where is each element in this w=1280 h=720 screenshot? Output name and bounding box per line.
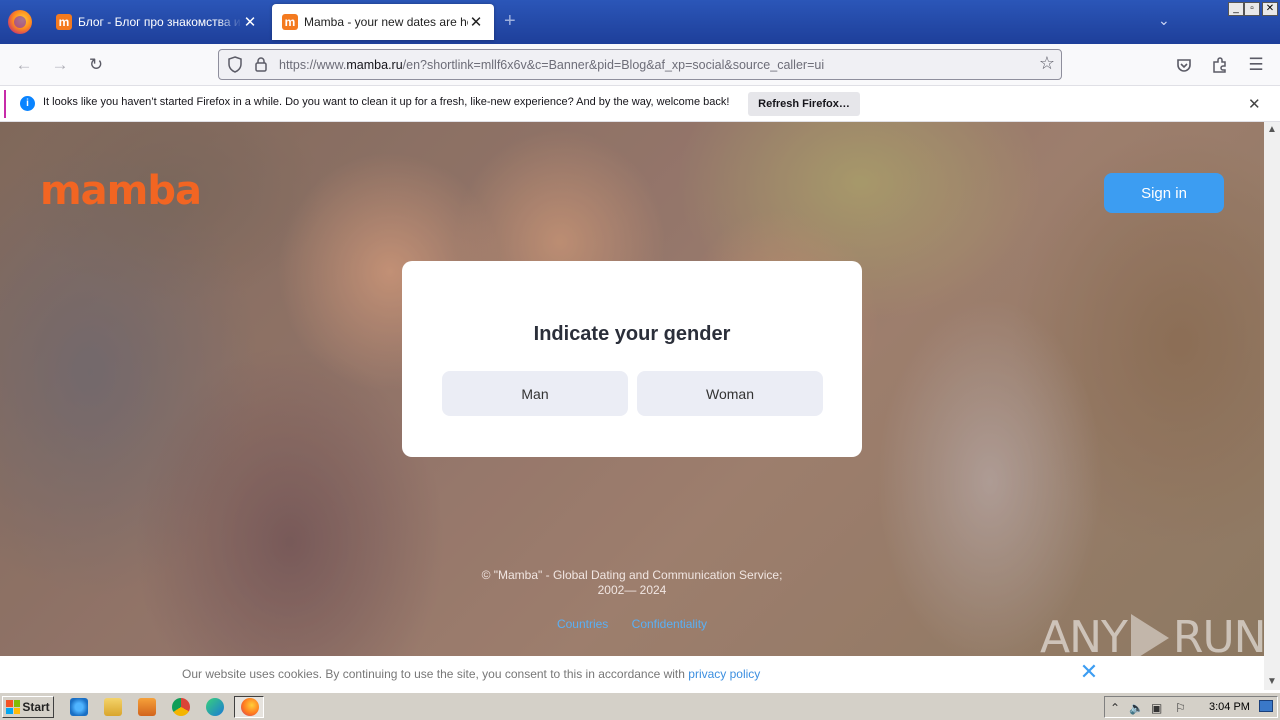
firefox-icon xyxy=(241,698,259,716)
mamba-favicon-icon: m xyxy=(282,14,298,30)
extensions-puzzle-icon[interactable] xyxy=(1209,54,1231,76)
show-hidden-icons-icon[interactable]: ⌃ xyxy=(1110,701,1120,715)
close-cookie-icon[interactable]: ✕ xyxy=(1078,661,1100,683)
tab-close-icon[interactable]: ✕ xyxy=(468,13,484,31)
start-button[interactable]: Start xyxy=(2,696,54,718)
file-explorer-icon[interactable] xyxy=(104,698,122,716)
sign-in-button[interactable]: Sign in xyxy=(1104,173,1224,213)
navigation-toolbar: ← → ↻ https://www.mamba.ru/en?shortlink=… xyxy=(0,44,1280,86)
start-label: Start xyxy=(22,700,50,714)
cookie-banner: Our website uses cookies. By continuing … xyxy=(0,656,1264,690)
tab-mamba[interactable]: m Mamba - your new dates are here ✕ xyxy=(272,4,494,40)
refresh-firefox-button[interactable]: Refresh Firefox… xyxy=(748,92,860,116)
countries-link[interactable]: Countries xyxy=(557,617,608,631)
tab-blog[interactable]: m Блог - Блог про знакомства и отношения… xyxy=(46,4,268,40)
action-center-flag-icon[interactable]: ⚐ xyxy=(1175,701,1186,715)
bookmark-star-icon[interactable]: ☆ xyxy=(1039,53,1055,74)
dialog-title: Indicate your gender xyxy=(533,323,731,345)
cookie-text: Our website uses cookies. By continuing … xyxy=(182,667,760,681)
tab-label: Mamba - your new dates are here xyxy=(304,15,468,29)
back-arrow-icon[interactable]: ← xyxy=(13,54,35,76)
copyright-line: © "Mamba" - Global Dating and Communicat… xyxy=(481,568,783,582)
vertical-scrollbar[interactable]: ▲ ▼ xyxy=(1264,122,1280,690)
edge-icon[interactable] xyxy=(206,698,224,716)
lock-icon[interactable] xyxy=(254,56,268,73)
tab-close-icon[interactable]: ✕ xyxy=(242,13,258,31)
gender-dialog: Indicate your gender Man Woman xyxy=(402,261,862,457)
new-tab-icon[interactable]: + xyxy=(504,10,516,33)
info-icon: i xyxy=(20,96,35,111)
list-all-tabs-icon[interactable]: ⌄ xyxy=(1158,12,1170,29)
mamba-favicon-icon: m xyxy=(56,14,72,30)
hamburger-menu-icon[interactable]: ☰ xyxy=(1245,54,1267,76)
taskbar-firefox-button[interactable] xyxy=(234,696,264,718)
maximize-window-button[interactable]: ▫ xyxy=(1244,2,1260,16)
system-tray: ⌃ 🔈 ▣ ⚐ 3:04 PM xyxy=(1104,696,1278,718)
reload-icon[interactable]: ↻ xyxy=(85,54,107,76)
copyright-years: 2002— 2024 xyxy=(597,583,667,597)
gender-man-button[interactable]: Man xyxy=(442,371,628,416)
close-window-button[interactable]: ✕ xyxy=(1262,2,1278,16)
pocket-icon[interactable] xyxy=(1173,54,1195,76)
network-icon[interactable]: ▣ xyxy=(1151,701,1162,715)
clock[interactable]: 3:04 PM xyxy=(1209,701,1250,713)
firefox-menu-icon[interactable] xyxy=(8,10,32,34)
windows-logo-icon xyxy=(6,700,21,714)
tracking-shield-icon[interactable] xyxy=(227,56,243,73)
mamba-landing-page: mamba Sign in Indicate your gender Man W… xyxy=(0,122,1264,690)
confidentiality-link[interactable]: Confidentiality xyxy=(632,617,707,631)
chrome-icon[interactable] xyxy=(172,698,190,716)
privacy-policy-link[interactable]: privacy policy xyxy=(688,667,760,681)
url-host: mamba.ru xyxy=(346,58,403,72)
url-text[interactable]: https://www.mamba.ru/en?shortlink=mllf6x… xyxy=(279,58,824,72)
mamba-logo[interactable]: mamba xyxy=(40,168,202,214)
refresh-firefox-notification: i It looks like you haven’t started Fire… xyxy=(0,86,1280,122)
show-desktop-icon[interactable] xyxy=(1259,700,1273,712)
address-bar[interactable]: https://www.mamba.ru/en?shortlink=mllf6x… xyxy=(218,49,1062,80)
tab-label: Блог - Блог про знакомства и отношения xyxy=(78,15,242,29)
forward-arrow-icon[interactable]: → xyxy=(49,54,71,76)
internet-explorer-icon[interactable] xyxy=(70,698,88,716)
url-prefix: https://www. xyxy=(279,58,347,72)
scroll-down-icon[interactable]: ▼ xyxy=(1264,674,1280,690)
url-path: /en?shortlink=mllf6x6v&c=Banner&pid=Blog… xyxy=(402,58,825,72)
play-triangle-icon xyxy=(1130,613,1169,662)
minimize-window-button[interactable]: _ xyxy=(1228,2,1244,16)
copyright-text: © "Mamba" - Global Dating and Communicat… xyxy=(432,568,832,598)
cookie-message: Our website uses cookies. By continuing … xyxy=(182,667,689,681)
notification-text: It looks like you haven’t started Firefo… xyxy=(43,96,730,108)
close-notification-icon[interactable]: ✕ xyxy=(1248,95,1261,113)
media-player-icon[interactable] xyxy=(138,698,156,716)
scroll-up-icon[interactable]: ▲ xyxy=(1264,122,1280,138)
browser-title-bar: m Блог - Блог про знакомства и отношения… xyxy=(0,0,1280,44)
volume-icon[interactable]: 🔈 xyxy=(1129,701,1144,715)
windows-taskbar: Start ⌃ 🔈 ▣ ⚐ 3:04 PM xyxy=(0,692,1280,720)
gender-woman-button[interactable]: Woman xyxy=(637,371,823,416)
